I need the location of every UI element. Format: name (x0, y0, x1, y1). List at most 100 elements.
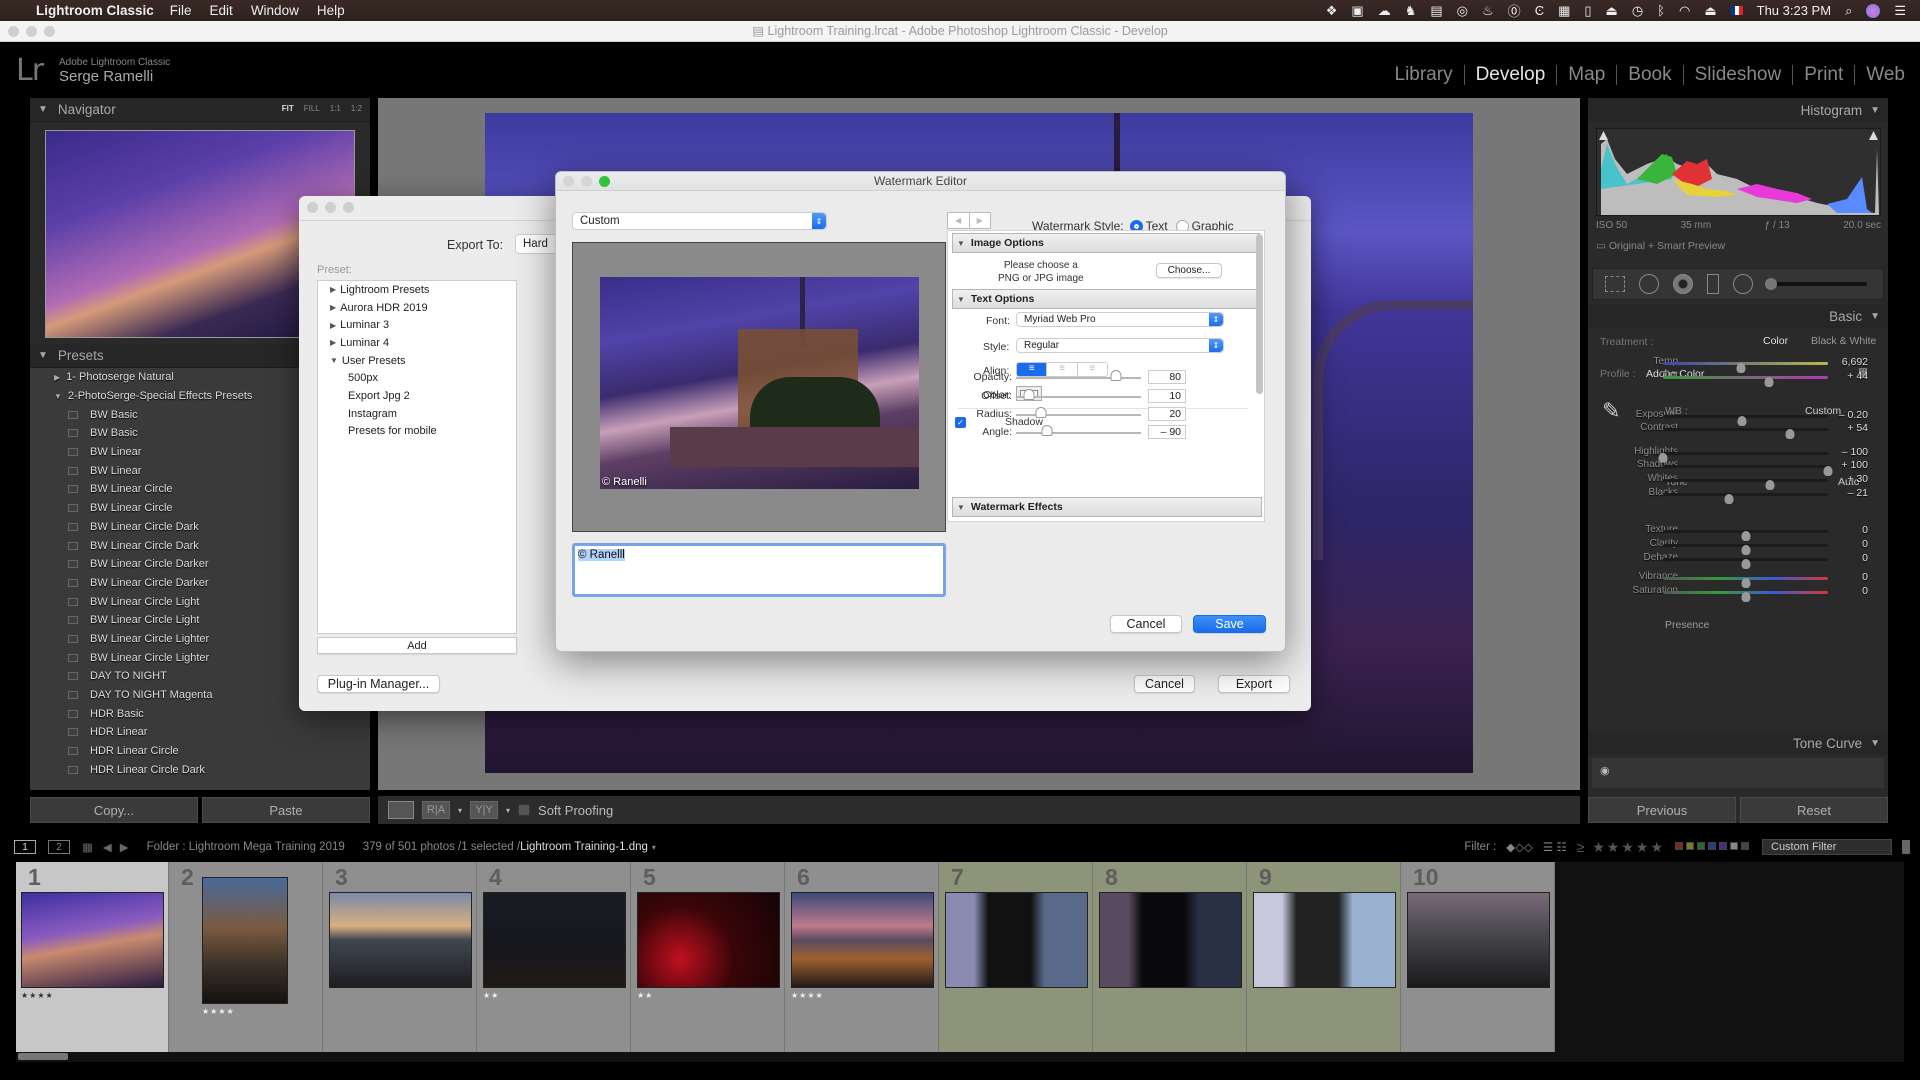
slider-track[interactable] (1663, 465, 1833, 476)
bluetooth-icon[interactable]: ᛒ (1657, 3, 1665, 18)
menu-window[interactable]: Window (251, 3, 299, 18)
brush-size-slider[interactable] (1765, 278, 1867, 290)
module-develop[interactable]: Develop (1465, 64, 1557, 86)
zoom-fill[interactable]: FILL (304, 104, 320, 113)
opacity-slider[interactable] (1016, 369, 1141, 385)
export-preset-group[interactable]: ▶ Luminar 4 (318, 334, 516, 352)
watermark-overlay-text[interactable]: © Ranelli (602, 476, 647, 488)
export-cancel-button[interactable]: Cancel (1134, 675, 1195, 693)
crop-tool-icon[interactable] (1605, 276, 1625, 292)
previous-button[interactable]: Previous (1588, 797, 1736, 823)
menu-help[interactable]: Help (317, 3, 345, 18)
image-options-header[interactable]: ▼ Image Options (952, 233, 1260, 253)
export-preset-item[interactable]: Presets for mobile (318, 423, 516, 441)
export-preset-item[interactable]: Instagram (318, 405, 516, 423)
export-preset-group[interactable]: ▼ User Presets (318, 352, 516, 370)
opacity-value-field[interactable]: 80 (1148, 370, 1186, 384)
preset-item[interactable]: HDR Linear (30, 723, 370, 742)
slider-track[interactable] (1663, 479, 1828, 490)
back-arrow-icon[interactable]: ◀ (103, 840, 112, 854)
slider-value[interactable]: – 0.20 (1839, 409, 1868, 421)
offset-slider[interactable] (1016, 388, 1141, 404)
export-preset-item[interactable]: 500px (318, 369, 516, 387)
shadow-checkbox[interactable]: ✓ (955, 417, 966, 428)
custom-filter-select[interactable]: Custom Filter (1762, 839, 1892, 855)
slider-value[interactable]: + 30 (1847, 473, 1868, 485)
next-image-icon[interactable]: ▶ (970, 213, 991, 228)
slider-value[interactable]: 0 (1862, 538, 1868, 550)
export-button[interactable]: Export (1218, 675, 1290, 693)
tone-curve-header[interactable]: Tone Curve ▼ (1588, 731, 1888, 755)
filmstrip-thumbnail[interactable]: 4 ★★ (477, 862, 631, 1052)
evernote-icon[interactable]: ♞ (1405, 3, 1417, 19)
main-window-button[interactable]: 1 (14, 840, 36, 854)
slider-value[interactable]: 0 (1862, 571, 1868, 583)
slider-track[interactable] (1663, 591, 1828, 602)
paste-button[interactable]: Paste (202, 797, 370, 823)
slider-track[interactable] (1658, 452, 1828, 463)
module-web[interactable]: Web (1855, 64, 1916, 86)
target-adjust-icon[interactable]: ◉ (1600, 764, 1610, 777)
slider-track[interactable] (1663, 544, 1828, 555)
zoom-1-2[interactable]: 1:2 (351, 104, 362, 113)
filmstrip-scrollbar[interactable] (16, 1052, 1904, 1062)
airplay-icon[interactable]: ⏏ (1606, 3, 1618, 19)
clock[interactable]: Thu 3:23 PM (1757, 3, 1831, 18)
basic-header[interactable]: Basic ▼ (1588, 304, 1888, 328)
slider-thumb[interactable] (1764, 377, 1774, 387)
cc-icon[interactable]: Ͼ (1535, 3, 1544, 18)
font-select[interactable]: Myriad Web Pro ⇕ (1016, 312, 1224, 327)
filmstrip-thumbnail[interactable]: 5 ★★ (631, 862, 785, 1052)
filter-lock-icon[interactable] (1902, 840, 1910, 854)
text-options-header[interactable]: ▼ Text Options (952, 289, 1262, 309)
reset-button[interactable]: Reset (1740, 797, 1888, 823)
filmstrip-thumbnail[interactable]: 6 ★★★★ (785, 862, 939, 1052)
plugin-manager-button[interactable]: Plug-in Manager... (317, 675, 440, 693)
rating-filter[interactable]: ≥ ★★★★★ (1577, 839, 1665, 856)
choose-image-button[interactable]: Choose... (1156, 263, 1222, 278)
slider-value[interactable]: 0 (1862, 552, 1868, 564)
watermark-save-button[interactable]: Save (1193, 615, 1266, 633)
export-preset-item[interactable]: Export Jpg 2 (318, 387, 516, 405)
watermark-text-input[interactable]: © RanelliI (572, 543, 946, 597)
color-label-filter[interactable] (1675, 841, 1752, 853)
slider-value[interactable]: – 21 (1848, 487, 1868, 499)
filmstrip-thumbnail[interactable]: 3 (323, 862, 477, 1052)
zoom-button[interactable] (343, 202, 354, 213)
menu-app-name[interactable]: Lightroom Classic (36, 3, 154, 18)
slider-knob[interactable] (1035, 407, 1047, 418)
filmstrip-thumbnail[interactable]: 1 ★★★★ (16, 862, 169, 1052)
filmstrip-thumbnail[interactable]: 10 (1401, 862, 1555, 1052)
before-after-lr-button[interactable]: R|A (422, 801, 450, 819)
onepassword-icon[interactable]: ⓪ (1508, 1, 1521, 20)
phone-icon[interactable]: ▯ (1584, 3, 1591, 19)
slider-track[interactable] (1663, 362, 1828, 373)
offset-value-field[interactable]: 10 (1148, 389, 1186, 403)
prev-image-icon[interactable]: ◀ (948, 213, 970, 228)
dropdown-arrow-icon[interactable]: ▾ (506, 806, 510, 815)
preset-item[interactable]: HDR Linear Circle (30, 742, 370, 761)
facetime-icon[interactable]: ▣ (1351, 3, 1363, 19)
minimize-window-button[interactable] (26, 26, 37, 37)
watermark-cancel-button[interactable]: Cancel (1110, 615, 1182, 633)
cloud-upload-icon[interactable]: ☁ (1378, 3, 1391, 19)
loupe-view-icon[interactable] (388, 801, 414, 819)
zoom-fit[interactable]: FIT (282, 104, 294, 113)
creative-cloud-icon[interactable]: ◎ (1457, 3, 1468, 19)
spotlight-icon[interactable]: ⌕ (1845, 3, 1852, 19)
zoom-window-button[interactable] (44, 26, 55, 37)
radius-value-field[interactable]: 20 (1148, 407, 1186, 421)
siri-icon[interactable] (1866, 3, 1881, 18)
zoom-1-1[interactable]: 1:1 (330, 104, 341, 113)
slider-thumb[interactable] (1785, 429, 1795, 439)
module-map[interactable]: Map (1557, 64, 1616, 86)
folder-icon[interactable]: ▦ (1558, 3, 1570, 19)
slider-knob[interactable] (1041, 425, 1053, 436)
filmstrip-thumbnail[interactable]: 8 (1093, 862, 1247, 1052)
scrollbar-thumb[interactable] (18, 1053, 68, 1060)
add-preset-button[interactable]: Add (317, 637, 517, 654)
slider-thumb[interactable] (1724, 494, 1734, 504)
wifi-icon[interactable]: ◠ (1679, 3, 1690, 19)
red-eye-icon[interactable] (1673, 274, 1693, 294)
slider-track[interactable] (1663, 530, 1828, 541)
